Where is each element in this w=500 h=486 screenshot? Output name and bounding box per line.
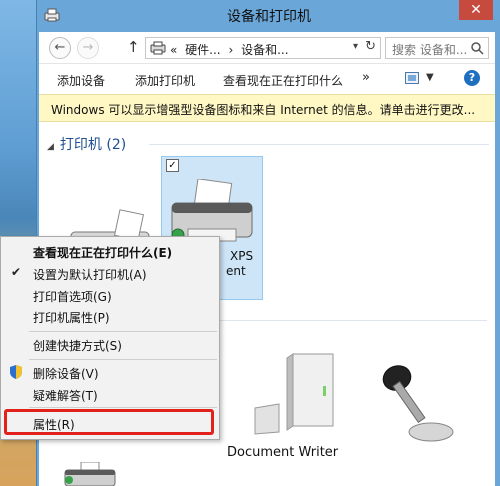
menu-item-troubleshoot[interactable]: 疑难解答(T) <box>33 387 98 407</box>
search-box[interactable]: 搜索 设备和... <box>385 37 489 59</box>
properties-highlight-box <box>4 409 214 435</box>
drive-partial-icon[interactable] <box>251 402 283 436</box>
more-commands-button[interactable]: » <box>362 70 370 85</box>
breadcrumb: « 硬件... › 设备和... <box>170 41 293 58</box>
menu-item-printer-properties[interactable]: 打印机属性(P) <box>33 309 110 329</box>
title-bar[interactable]: 设备和打印机 ✕ <box>37 0 500 32</box>
breadcrumb-devices[interactable]: 设备和... <box>241 43 288 57</box>
menu-item-create-shortcut[interactable]: 创建快捷方式(S) <box>33 337 122 357</box>
xps-printer-label-line1: XPS <box>230 249 254 263</box>
navigation-bar: ← → ↑ « 硬件... › 设备和... ▾ ↻ 搜索 设备和... <box>39 32 495 64</box>
address-bar[interactable]: « 硬件... › 设备和... ▾ ↻ <box>145 37 381 59</box>
printers-group-header[interactable]: ◢ 打印机 (2) <box>47 134 126 154</box>
change-view-icon[interactable] <box>405 72 419 84</box>
external-drive-icon[interactable] <box>283 350 343 432</box>
menu-separator <box>29 359 217 360</box>
uac-shield-icon <box>10 365 22 379</box>
command-toolbar: 添加设备 添加打印机 查看现在正在打印什么 » ▼ ? <box>39 64 495 94</box>
add-device-button[interactable]: 添加设备 <box>57 72 105 89</box>
info-bar[interactable]: Windows 可以显示增强型设备图标和来自 Internet 的信息。请单击进… <box>39 94 495 122</box>
address-dropdown-icon[interactable]: ▾ <box>353 41 358 52</box>
xps-printer-label-line2: ent <box>226 264 246 278</box>
collapse-arrow-icon[interactable]: ◢ <box>47 142 54 152</box>
breadcrumb-overflow[interactable]: « <box>170 43 177 57</box>
group-divider <box>149 144 489 145</box>
search-placeholder: 搜索 设备和... <box>392 43 468 57</box>
menu-item-set-default[interactable]: 设置为默认打印机(A) <box>33 266 147 286</box>
search-icon <box>471 42 484 55</box>
document-writer-printer-icon[interactable] <box>59 462 119 486</box>
selection-checkbox[interactable]: ✓ <box>166 159 179 172</box>
refresh-icon[interactable]: ↻ <box>365 39 376 54</box>
default-checkmark-icon: ✔ <box>11 265 22 279</box>
menu-item-remove-device[interactable]: 删除设备(V) <box>33 365 99 385</box>
printers-group-title: 打印机 (2) <box>59 137 127 153</box>
menu-item-printing-preferences[interactable]: 打印首选项(G) <box>33 288 112 308</box>
add-printer-button[interactable]: 添加打印机 <box>135 72 195 89</box>
microphone-icon[interactable] <box>379 358 457 444</box>
back-button[interactable]: ← <box>49 37 71 59</box>
document-writer-label: Document Writer <box>227 445 339 460</box>
close-button[interactable]: ✕ <box>459 0 493 20</box>
view-dropdown-icon[interactable]: ▼ <box>426 72 434 83</box>
context-menu: 查看现在正在打印什么(E) ✔ 设置为默认打印机(A) 打印首选项(G) 打印机… <box>0 236 220 440</box>
see-whats-printing-button[interactable]: 查看现在正在打印什么 <box>223 72 343 89</box>
menu-separator <box>29 331 217 332</box>
breadcrumb-separator: › <box>228 43 234 57</box>
forward-button[interactable]: → <box>77 37 99 59</box>
control-panel-icon <box>150 41 166 55</box>
menu-separator <box>29 407 217 408</box>
menu-item-see-whats-printing[interactable]: 查看现在正在打印什么(E) <box>33 244 172 264</box>
up-button[interactable]: ↑ <box>127 38 140 56</box>
info-bar-text: Windows 可以显示增强型设备图标和来自 Internet 的信息。请单击进… <box>51 103 476 117</box>
help-icon[interactable]: ? <box>464 70 480 86</box>
window-title: 设备和打印机 <box>227 9 311 25</box>
breadcrumb-hardware[interactable]: 硬件... <box>185 43 220 57</box>
